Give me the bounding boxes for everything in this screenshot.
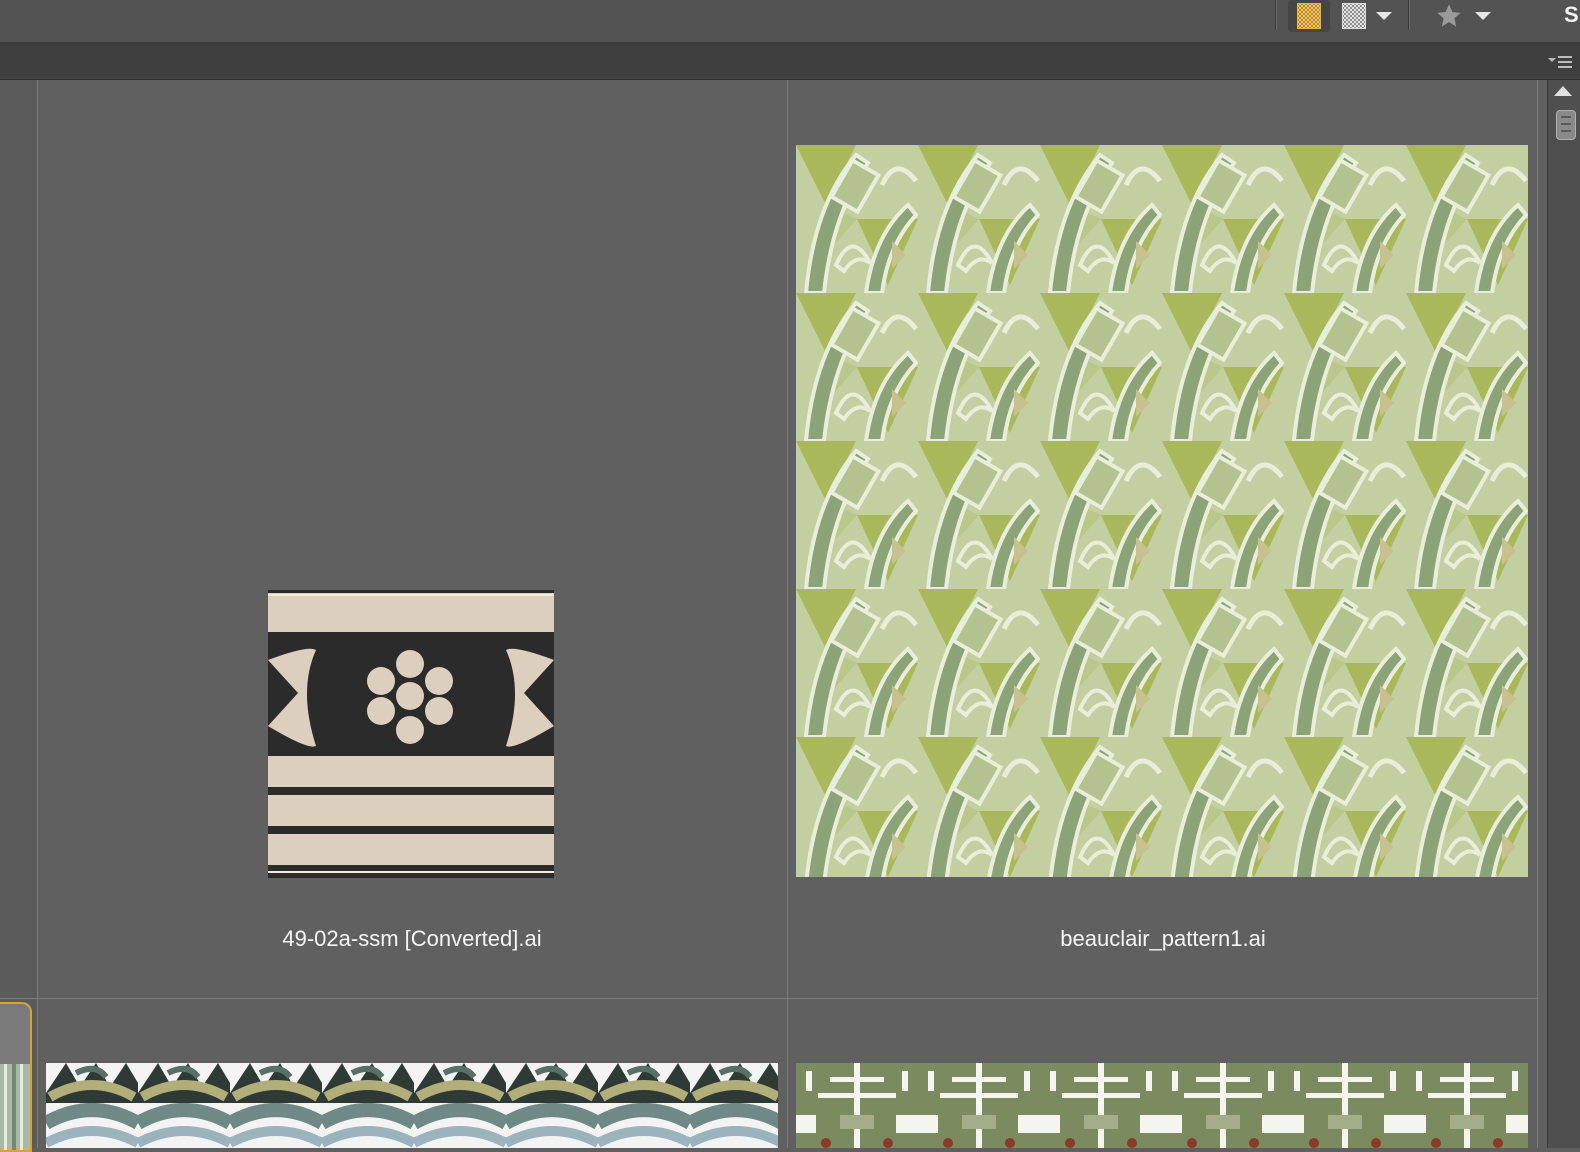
grid-item[interactable]: beauclair_pattern1.ai [788,80,1537,998]
scroll-up-arrow-icon[interactable] [1554,86,1572,96]
scroll-thumb[interactable] [1556,110,1576,140]
checkerboard-orange-icon [1297,3,1321,29]
toolbar-separator [1408,0,1409,30]
chevron-down-icon[interactable] [1376,12,1392,20]
top-toolbar: S [0,0,1580,44]
grid-item[interactable] [37,999,787,1148]
selected-item-indicator[interactable] [0,1002,32,1152]
grid-item[interactable] [788,999,1537,1148]
thumbnail-filename: 49-02a-ssm [Converted].ai [282,926,542,951]
green-pattern-thumbnail[interactable] [796,145,1528,877]
star-icon [1437,4,1461,27]
toolbar-edge-label: S [1564,2,1579,27]
olive-cross-pattern-thumbnail[interactable] [796,1063,1528,1148]
tile-pattern-thumbnail[interactable] [268,590,554,878]
grid-item[interactable]: 49-02a-ssm [Converted].ai [37,80,787,998]
chevron-down-icon[interactable] [1475,12,1491,20]
content-panel-header [0,44,1580,80]
vertical-scrollbar[interactable] [1547,80,1580,1148]
thumbnail-filename: beauclair_pattern1.ai [1060,926,1266,951]
toolbar-separator [1275,0,1276,30]
teal-wave-pattern-thumbnail[interactable] [46,1063,778,1148]
rating-filter-button[interactable] [1428,0,1498,32]
selected-thumbnail-sliver [0,1064,30,1150]
thumbnail-quality-button[interactable] [1288,0,1330,32]
preview-quality-button[interactable] [1334,0,1400,32]
content-grid: 49-02a-ssm [Converted].ai beauclair_patt… [0,80,1548,1148]
grid-divider [1537,80,1538,1148]
panel-menu-icon[interactable] [1548,54,1572,70]
checkerboard-gray-icon [1342,3,1366,29]
previous-column-strip [0,80,38,1148]
